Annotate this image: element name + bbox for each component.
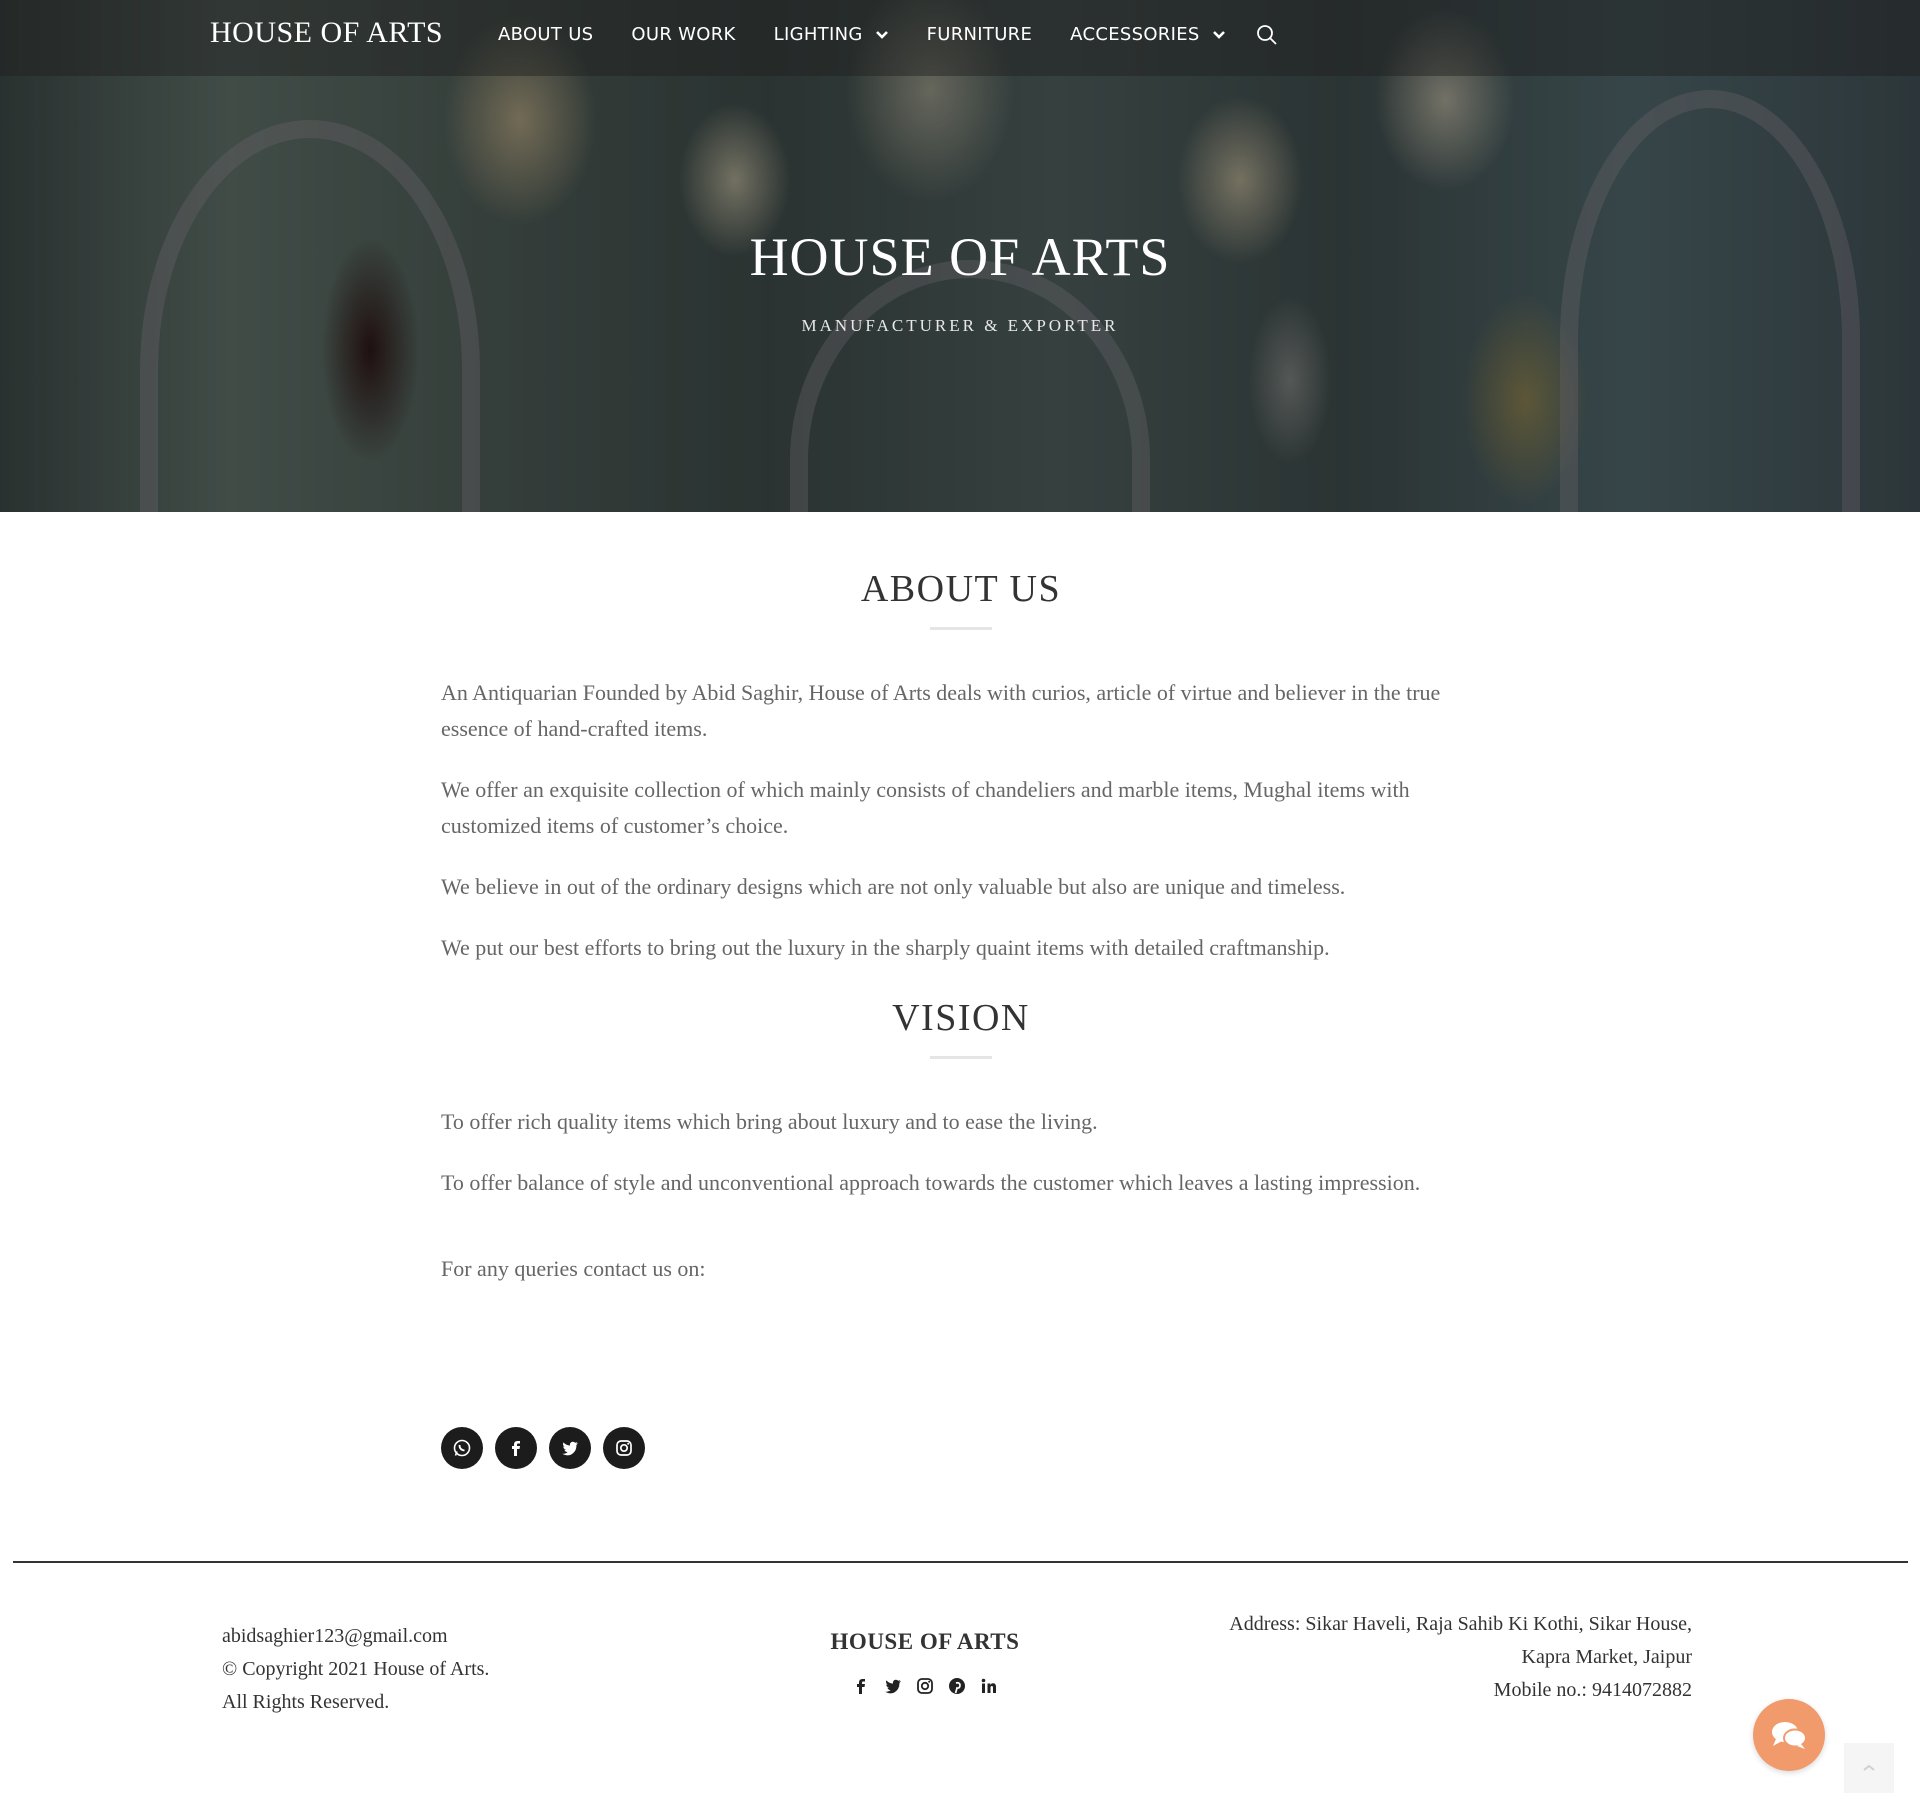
footer-mobile: Mobile no.: 9414072882 (1493, 1679, 1692, 1701)
hero-subtitle: MANUFACTURER & EXPORTER (801, 316, 1119, 335)
nav-about-us[interactable]: ABOUT US (498, 24, 593, 45)
social-links (441, 1427, 657, 1469)
top-navigation-bar: HOUSE OF ARTS ABOUT US OUR WORK LIGHTING… (0, 0, 1920, 76)
linkedin-icon[interactable] (978, 1675, 1000, 1697)
instagram-icon[interactable] (914, 1675, 936, 1697)
footer-divider (13, 1561, 1908, 1563)
about-paragraph: We offer an exquisite collection of whic… (441, 777, 1410, 838)
nav-furniture[interactable]: FURNITURE (927, 24, 1033, 45)
vision-divider (930, 1056, 992, 1059)
search-icon[interactable] (1256, 24, 1278, 46)
about-divider (930, 627, 992, 630)
about-paragraph: An Antiquarian Founded by Abid Saghir, H… (441, 680, 1441, 741)
about-paragraph: We believe in out of the ordinary design… (441, 874, 1346, 899)
main-nav: ABOUT US OUR WORK LIGHTING FURNITURE ACC… (498, 24, 1264, 45)
instagram-button[interactable] (603, 1427, 645, 1469)
whatsapp-icon (453, 1439, 471, 1457)
footer-address-block: Address: Sikar Haveli, Raja Sahib Ki Kot… (1100, 1608, 1692, 1707)
vision-paragraph: To offer balance of style and unconventi… (441, 1170, 1421, 1195)
footer-address-line: Address: Sikar Haveli, Raja Sahib Ki Kot… (1229, 1613, 1692, 1635)
about-paragraph: We put our best efforts to bring out the… (441, 935, 1330, 960)
instagram-icon (616, 1440, 632, 1456)
hero-banner: HOUSE OF ARTS ABOUT US OUR WORK LIGHTING… (0, 0, 1920, 512)
footer-rights: All Rights Reserved. (222, 1691, 390, 1713)
hero-title: HOUSE OF ARTS (749, 227, 1171, 287)
twitter-icon[interactable] (882, 1675, 904, 1697)
facebook-icon (512, 1441, 520, 1456)
twitter-icon (562, 1441, 578, 1456)
nav-label: LIGHTING (773, 24, 863, 45)
facebook-icon[interactable] (850, 1675, 872, 1697)
facebook-button[interactable] (495, 1427, 537, 1469)
pinterest-icon[interactable] (946, 1675, 968, 1697)
nav-label: ABOUT US (498, 24, 594, 45)
footer-social-icons (830, 1675, 1020, 1697)
whatsapp-button[interactable] (441, 1427, 483, 1469)
chevron-up-icon (1863, 1764, 1875, 1771)
main-content: ABOUT US An Antiquarian Founded by Abid … (441, 512, 1481, 1287)
footer-address-line: Kapra Market, Jaipur (1521, 1646, 1693, 1668)
footer-brand: HOUSE OF ARTS (830, 1629, 1020, 1654)
vision-heading: VISION (892, 997, 1030, 1039)
twitter-button[interactable] (549, 1427, 591, 1469)
footer-brand-block: HOUSE OF ARTS (830, 1629, 1020, 1697)
footer-contact: abidsaghier123@gmail.com © Copyright 202… (222, 1620, 489, 1719)
nav-label: FURNITURE (926, 24, 1033, 45)
contact-prompt: For any queries contact us on: (441, 1256, 706, 1281)
footer-email[interactable]: abidsaghier123@gmail.com (222, 1620, 489, 1653)
vision-paragraph: To offer rich quality items which bring … (441, 1109, 1098, 1134)
footer-copyright: © Copyright 2021 House of Arts. (222, 1658, 490, 1680)
scroll-to-top-button[interactable] (1844, 1743, 1894, 1793)
nav-our-work[interactable]: OUR WORK (631, 24, 735, 45)
nav-lighting[interactable]: LIGHTING (774, 24, 889, 45)
nav-label: ACCESSORIES (1070, 24, 1200, 45)
chat-bubbles-icon (1772, 1722, 1807, 1749)
chat-button[interactable] (1753, 1699, 1825, 1771)
site-logo[interactable]: HOUSE OF ARTS (210, 16, 443, 50)
chevron-down-icon (1212, 30, 1225, 39)
nav-label: OUR WORK (631, 24, 736, 45)
about-heading: ABOUT US (860, 568, 1062, 610)
chevron-down-icon (875, 30, 888, 39)
nav-accessories[interactable]: ACCESSORIES (1070, 24, 1225, 45)
